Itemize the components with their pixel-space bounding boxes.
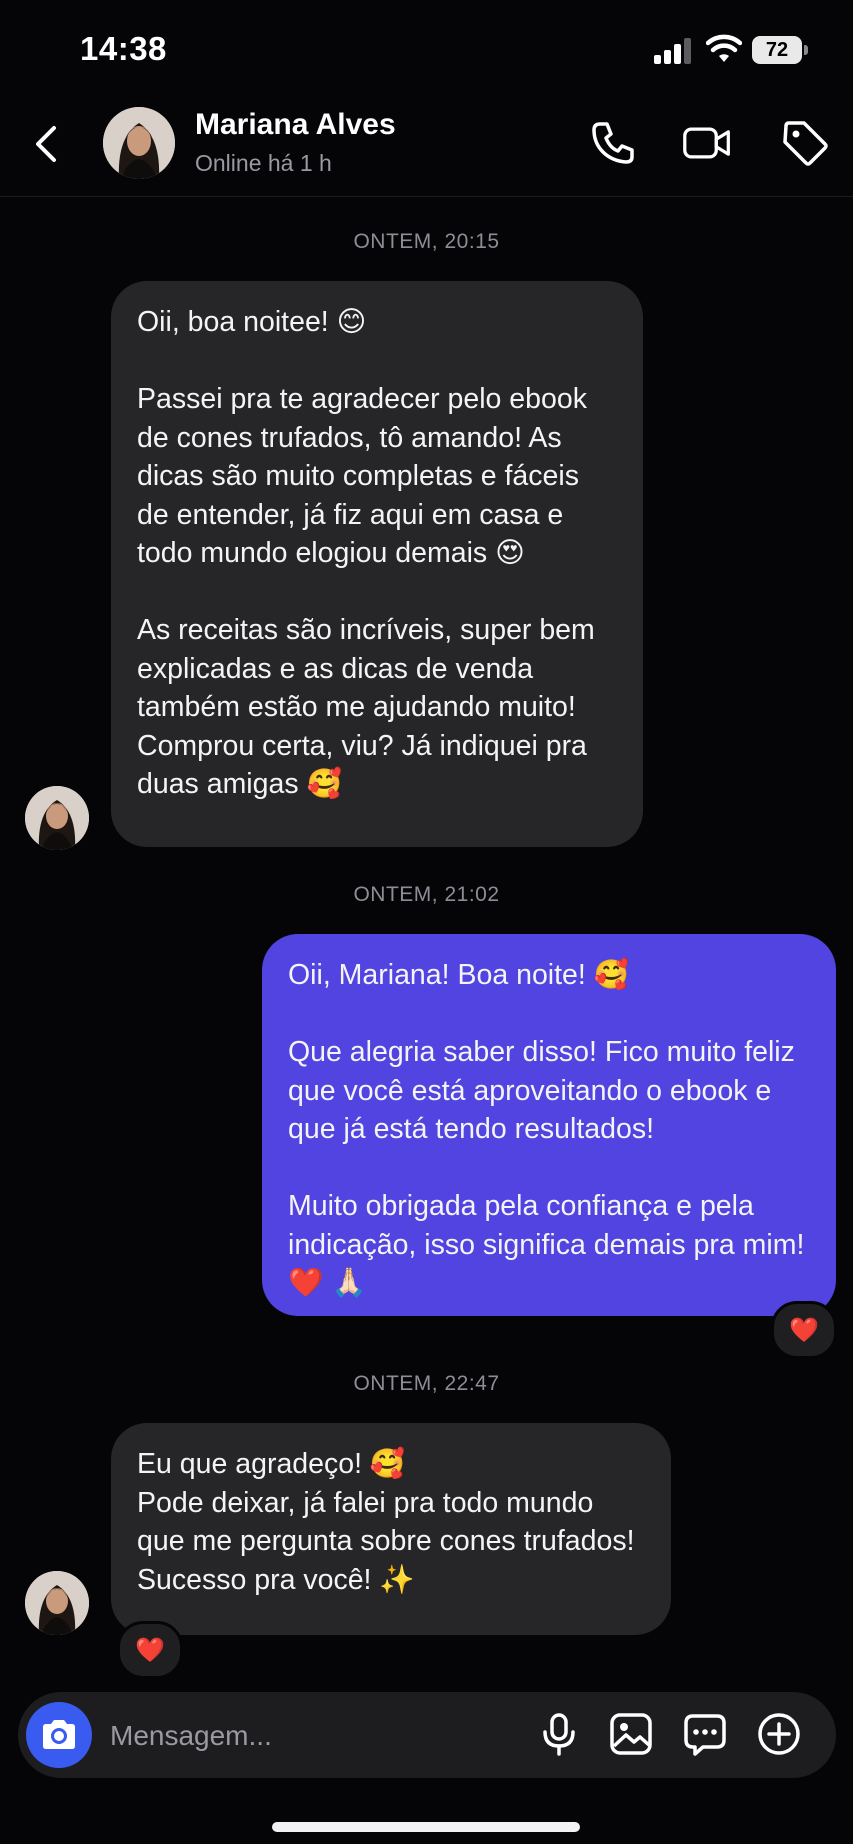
plus-icon[interactable]: [755, 1710, 803, 1758]
heart-reaction[interactable]: ❤️: [771, 1301, 837, 1359]
home-indicator[interactable]: [272, 1822, 580, 1832]
contact-name[interactable]: Mariana Alves: [195, 108, 396, 142]
tag-icon[interactable]: [780, 118, 830, 168]
sender-avatar[interactable]: [25, 1571, 89, 1635]
back-chevron-icon[interactable]: [28, 120, 64, 168]
gallery-icon[interactable]: [607, 1710, 655, 1758]
message-timestamp: ONTEM, 22:47: [353, 1372, 500, 1395]
header-divider: [0, 196, 853, 197]
sticker-icon[interactable]: [681, 1710, 729, 1758]
contact-avatar[interactable]: [103, 107, 175, 179]
battery-level: 72: [752, 36, 802, 64]
contact-status: Online há 1 h: [195, 150, 332, 176]
wifi-icon: [706, 34, 742, 62]
phone-icon[interactable]: [588, 118, 638, 168]
heart-reaction[interactable]: ❤️: [117, 1621, 183, 1679]
battery-icon: 72: [752, 36, 808, 64]
message-timestamp: ONTEM, 20:15: [353, 230, 500, 253]
cellular-signal-icon: [654, 38, 691, 64]
video-camera-icon[interactable]: [682, 118, 732, 168]
camera-icon: [43, 1720, 75, 1749]
incoming-message-bubble[interactable]: Eu que agradeço! 🥰 Pode deixar, já falei…: [111, 1423, 671, 1635]
sender-avatar[interactable]: [25, 786, 89, 850]
message-timestamp: ONTEM, 21:02: [353, 883, 500, 906]
incoming-message-bubble[interactable]: Oii, boa noitee! 😊 Passei pra te agradec…: [111, 281, 643, 847]
outgoing-message-bubble[interactable]: Oii, Mariana! Boa noite! 🥰 Que alegria s…: [262, 934, 836, 1316]
microphone-icon[interactable]: [535, 1710, 583, 1758]
message-input[interactable]: [108, 1712, 512, 1760]
camera-button[interactable]: [26, 1702, 92, 1768]
status-time: 14:38: [80, 30, 167, 67]
